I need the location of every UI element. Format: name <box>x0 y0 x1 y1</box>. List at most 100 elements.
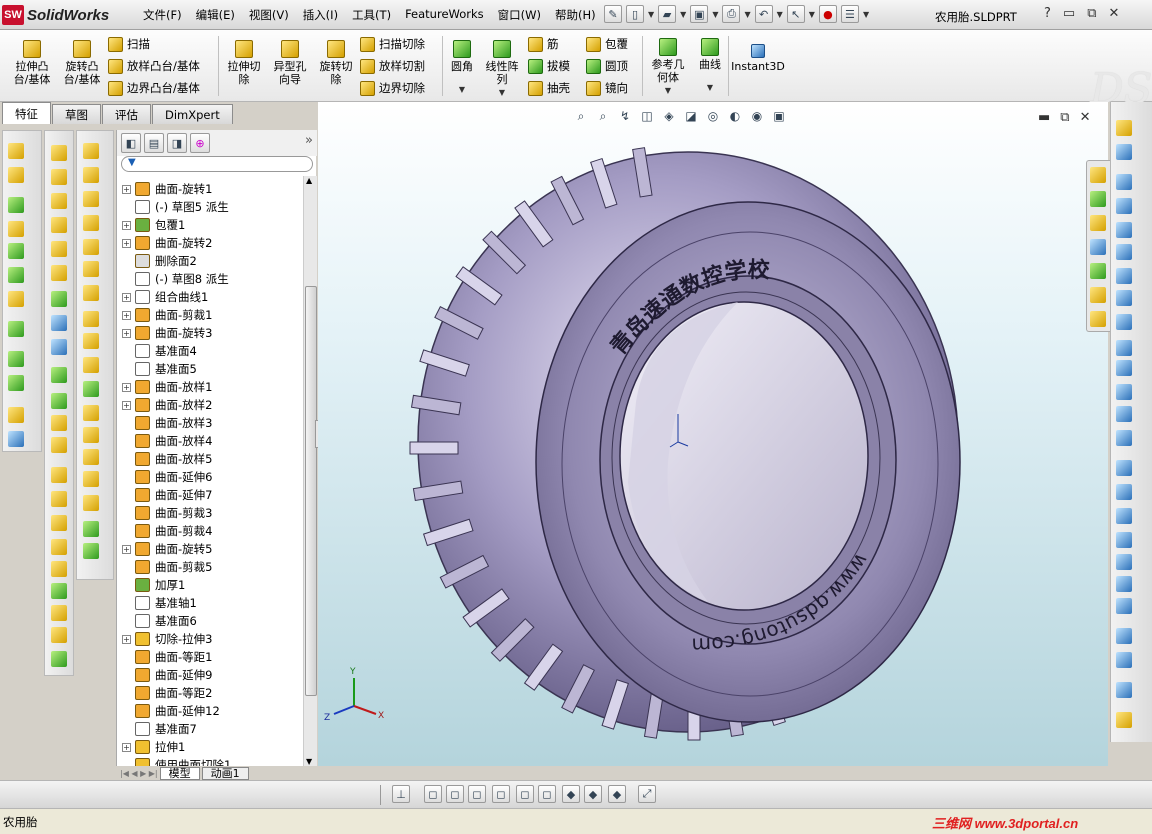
trim-icon[interactable] <box>1116 460 1132 476</box>
tab-evaluate[interactable]: 评估 <box>102 104 151 124</box>
tree-item[interactable]: 基准面7 <box>117 720 303 738</box>
tab-model[interactable]: 模型 <box>159 766 200 780</box>
isometric-view-icon[interactable]: ◆ <box>562 785 580 803</box>
tree-item[interactable]: 曲面-延伸7 <box>117 486 303 504</box>
scrollbar-thumb[interactable] <box>305 286 317 696</box>
boundary-icon[interactable] <box>51 265 67 281</box>
properties-dropdown-icon[interactable]: ▼ <box>863 10 869 19</box>
linear-sketch-pattern-icon[interactable] <box>1116 576 1132 592</box>
minimize-icon[interactable]: ▭ <box>1063 6 1075 21</box>
planar-icon[interactable] <box>51 583 67 599</box>
ellipse-icon[interactable] <box>1116 314 1132 330</box>
surface-offset-icon[interactable] <box>51 437 67 453</box>
tree-item[interactable]: (-) 草图5 派生 <box>117 198 303 216</box>
sketch-fillet-icon[interactable] <box>1116 554 1132 570</box>
print-icon[interactable]: ⎙ <box>722 5 741 23</box>
offset-entities-icon[interactable] <box>1116 508 1132 524</box>
tree-item[interactable]: 基准面5 <box>117 360 303 378</box>
draft-button[interactable]: 拔模 <box>528 55 570 77</box>
convert-entities-icon[interactable] <box>1116 484 1132 500</box>
mirror-button[interactable]: 镜向 <box>586 77 628 99</box>
wrap-icon[interactable] <box>8 407 24 423</box>
loft-icon[interactable] <box>51 217 67 233</box>
quick-snaps-icon[interactable] <box>1116 682 1132 698</box>
select-arrow-icon[interactable]: ↖ <box>786 5 805 23</box>
surface-plane-icon[interactable] <box>83 261 99 277</box>
surface-revolve-icon[interactable] <box>83 167 99 183</box>
surface-cut-icon[interactable] <box>83 495 99 511</box>
mirror-entities-icon[interactable] <box>1116 532 1132 548</box>
surface-trim-icon[interactable] <box>83 405 99 421</box>
tree-item[interactable]: + 曲面-旋转3 <box>117 324 303 342</box>
design-library-icon[interactable] <box>1090 191 1106 207</box>
shell-icon[interactable] <box>8 221 24 237</box>
forum-icon[interactable] <box>1090 311 1106 327</box>
boundary-cut-button[interactable]: 边界切除 <box>360 77 425 99</box>
tree-item[interactable]: 曲面-放样3 <box>117 414 303 432</box>
tree-item[interactable]: 加厚1 <box>117 576 303 594</box>
menu-tools[interactable]: 工具(T) <box>345 7 398 23</box>
instant3d-button[interactable]: Instant3D <box>731 44 785 73</box>
mirror-icon[interactable] <box>51 561 67 577</box>
surface-thicken-icon[interactable] <box>83 471 99 487</box>
surface-extrude-icon[interactable] <box>83 143 99 159</box>
fillet-icon[interactable] <box>8 197 24 213</box>
expand-toggle-icon[interactable]: + <box>122 238 131 248</box>
tree-item[interactable]: 曲面-等距1 <box>117 648 303 666</box>
boss-icon[interactable] <box>51 145 67 161</box>
slot-icon[interactable] <box>1116 222 1132 238</box>
tab-dimxpert[interactable]: DimXpert <box>152 104 233 124</box>
tree-item[interactable]: + 曲面-旋转1 <box>117 180 303 198</box>
menu-help[interactable]: 帮助(H) <box>548 7 603 23</box>
extrude-boss-button[interactable]: 拉伸凸 台/基体 <box>8 40 56 86</box>
tree-item[interactable]: + 曲面-剪裁1 <box>117 306 303 324</box>
surface-curve-icon[interactable] <box>83 543 99 559</box>
wrap-face-icon[interactable] <box>51 291 67 307</box>
graphics-area[interactable]: ⌕ ⌕ ↯ ◫ ◈ ◪ ◎ ◐ ◉ ▣ ▬ ⧉ ✕ 青岛速通数控学校 www.q… <box>318 102 1108 766</box>
expand-arrow-icon[interactable]: » <box>305 133 313 153</box>
tree-item[interactable]: 基准面4 <box>117 342 303 360</box>
new-document-icon[interactable]: ▯ <box>626 5 644 23</box>
extrude-cut-button[interactable]: 拉伸切 除 <box>222 40 266 86</box>
revolve-cut-button[interactable]: 旋转切 除 <box>314 40 358 86</box>
tree-item[interactable]: 曲面-等距2 <box>117 684 303 702</box>
print-dropdown-icon[interactable]: ▼ <box>744 10 750 19</box>
hole-wizard-button[interactable]: 异型孔 向导 <box>268 40 312 86</box>
rebuild-icon[interactable]: ● <box>818 5 837 23</box>
rib-button[interactable]: 筋 <box>528 33 570 55</box>
dome-button[interactable]: 圆顶 <box>586 55 628 77</box>
extrude-icon[interactable] <box>8 143 24 159</box>
expand-toggle-icon[interactable]: + <box>122 544 131 554</box>
view-selector-icon[interactable]: ⤢ <box>638 785 656 803</box>
open-dropdown-icon[interactable]: ▼ <box>680 10 686 19</box>
new-dropdown-icon[interactable]: ▼ <box>648 10 654 19</box>
sketch-icon[interactable] <box>1116 120 1132 136</box>
surface-delete-face-icon[interactable] <box>83 381 99 397</box>
point-icon[interactable] <box>1116 384 1132 400</box>
tree-item[interactable]: 曲面-延伸12 <box>117 702 303 720</box>
shell-button[interactable]: 抽壳 <box>528 77 570 99</box>
instant3d-icon[interactable] <box>8 431 24 447</box>
tree-item[interactable]: (-) 草图8 派生 <box>117 270 303 288</box>
save-icon[interactable]: ▣ <box>690 5 709 23</box>
expand-toggle-icon[interactable]: + <box>122 634 131 644</box>
right-view-icon[interactable]: ◻ <box>492 785 510 803</box>
configuration-manager-icon[interactable]: ◨ <box>167 133 187 153</box>
cut-icon[interactable] <box>51 467 67 483</box>
tree-item[interactable]: + 曲面-旋转5 <box>117 540 303 558</box>
save-dropdown-icon[interactable]: ▼ <box>712 10 718 19</box>
expand-toggle-icon[interactable]: + <box>122 184 131 194</box>
surface-radiate-icon[interactable] <box>83 311 99 327</box>
boundary-boss-button[interactable]: 边界凸台/基体 <box>108 77 200 99</box>
menu-window[interactable]: 窗口(W) <box>491 7 548 23</box>
split-line-icon[interactable] <box>51 315 67 331</box>
tree-item[interactable]: + 包覆1 <box>117 216 303 234</box>
tree-item[interactable]: 使用曲面切除1 <box>117 756 303 766</box>
expand-toggle-icon[interactable]: + <box>122 382 131 392</box>
restore-icon[interactable]: ⧉ <box>1087 6 1096 21</box>
tree-item[interactable]: 删除面2 <box>117 252 303 270</box>
tree-item[interactable]: + 曲面-旋转2 <box>117 234 303 252</box>
tree-item[interactable]: + 切除-拉伸3 <box>117 630 303 648</box>
app-logo[interactable]: SW SolidWorks <box>2 3 122 27</box>
surface-knit-icon[interactable] <box>51 393 67 409</box>
